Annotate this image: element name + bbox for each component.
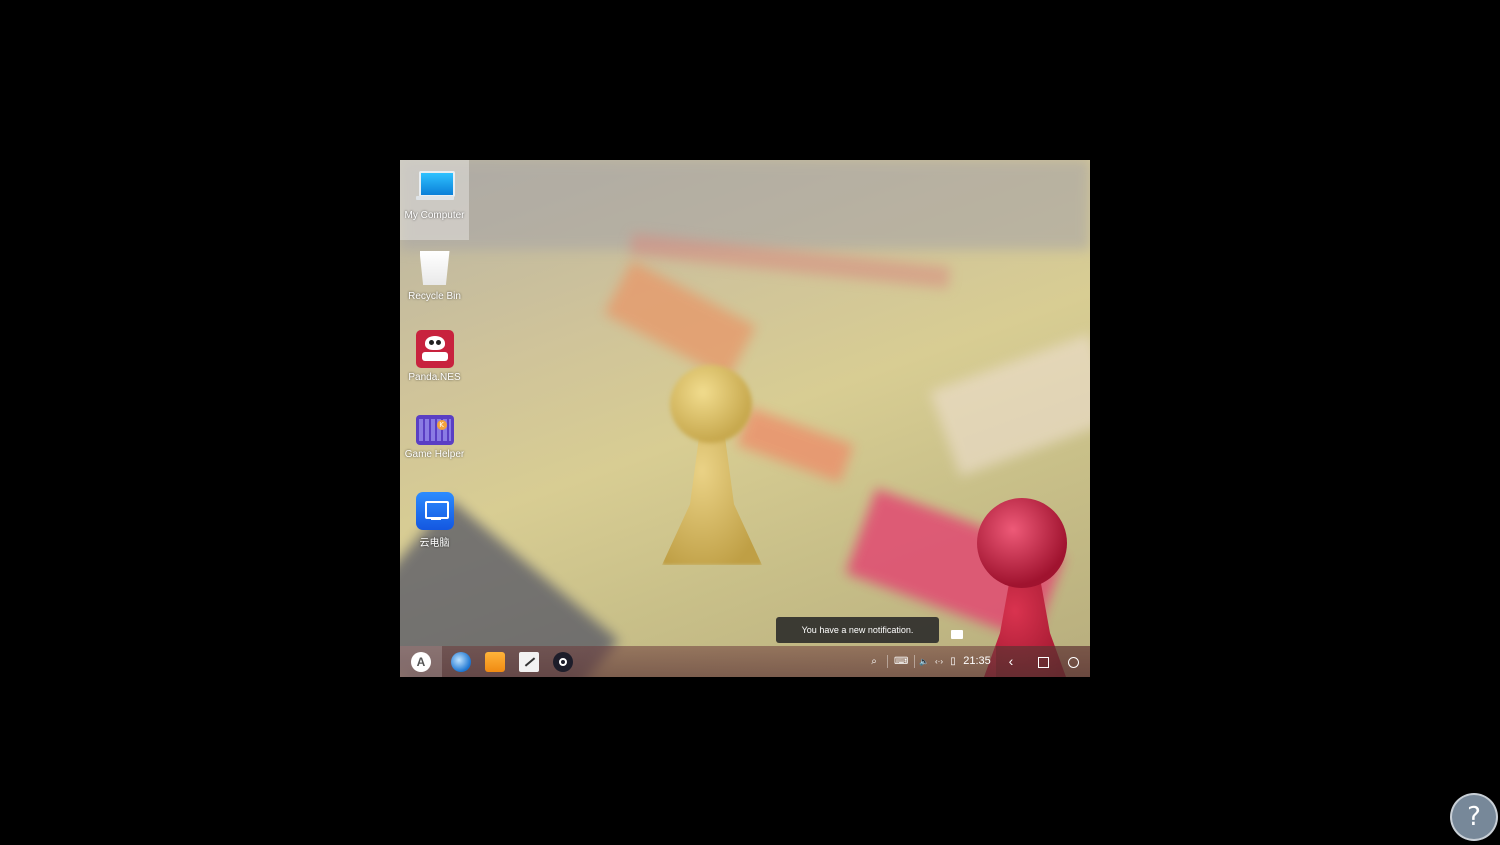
home-icon[interactable] [1058, 646, 1088, 677]
desktop-icon-label: My Computer [404, 210, 465, 221]
media-player-icon[interactable] [553, 652, 573, 672]
wifi-icon[interactable]: ‹·› [932, 646, 946, 677]
notes-icon[interactable] [519, 652, 539, 672]
computer-icon [415, 168, 455, 206]
desktop-icon-my-computer[interactable]: My Computer [400, 160, 469, 240]
back-icon[interactable]: ‹ [996, 646, 1026, 677]
desktop-icon-cloud-pc[interactable]: 云电脑 [400, 484, 469, 564]
browser-icon[interactable] [451, 652, 471, 672]
recent-apps-icon[interactable] [1028, 646, 1058, 677]
desktop-icon-label: Recycle Bin [408, 291, 461, 302]
start-button[interactable]: A [400, 646, 442, 677]
tray-divider [887, 655, 888, 668]
desktop-icon-panda-nes[interactable]: Panda.NES [400, 322, 469, 402]
android-desktop-screen: My Computer Recycle Bin Panda.NES K Game… [400, 160, 1090, 677]
keyboard-game-icon: K [415, 415, 454, 445]
desktop-icon-label: Game Helper [404, 449, 465, 460]
search-icon[interactable]: ⌕ [867, 646, 881, 677]
desktop-icon-game-helper[interactable]: K Game Helper [400, 403, 469, 483]
desktop-icon-recycle-bin[interactable]: Recycle Bin [400, 241, 469, 321]
tray-divider [914, 655, 915, 668]
watermark-glyph: ? [1467, 802, 1481, 832]
notification-chat-icon[interactable] [951, 630, 963, 639]
desktop-icon-label: Panda.NES [408, 372, 461, 383]
clock[interactable]: 21:35 [961, 646, 993, 677]
panda-nes-icon [415, 330, 454, 368]
cloud-pc-icon [415, 492, 454, 530]
start-logo-glyph: A [416, 655, 426, 669]
taskbar: A ⌕ ⌨ 🔈 ‹·› ▯ 21:35 ‹ [400, 646, 1090, 677]
trash-icon [416, 249, 454, 287]
notification-toast[interactable]: You have a new notification. [776, 617, 939, 643]
volume-icon[interactable]: 🔈 [918, 646, 930, 677]
folder-icon[interactable] [485, 652, 505, 672]
watermark-logo: ? [1450, 793, 1498, 841]
keyboard-icon[interactable]: ⌨ [894, 646, 908, 677]
battery-icon[interactable]: ▯ [948, 646, 958, 677]
desktop-icon-label: 云电脑 [419, 538, 450, 549]
navigation-bar: ‹ [996, 646, 1090, 677]
